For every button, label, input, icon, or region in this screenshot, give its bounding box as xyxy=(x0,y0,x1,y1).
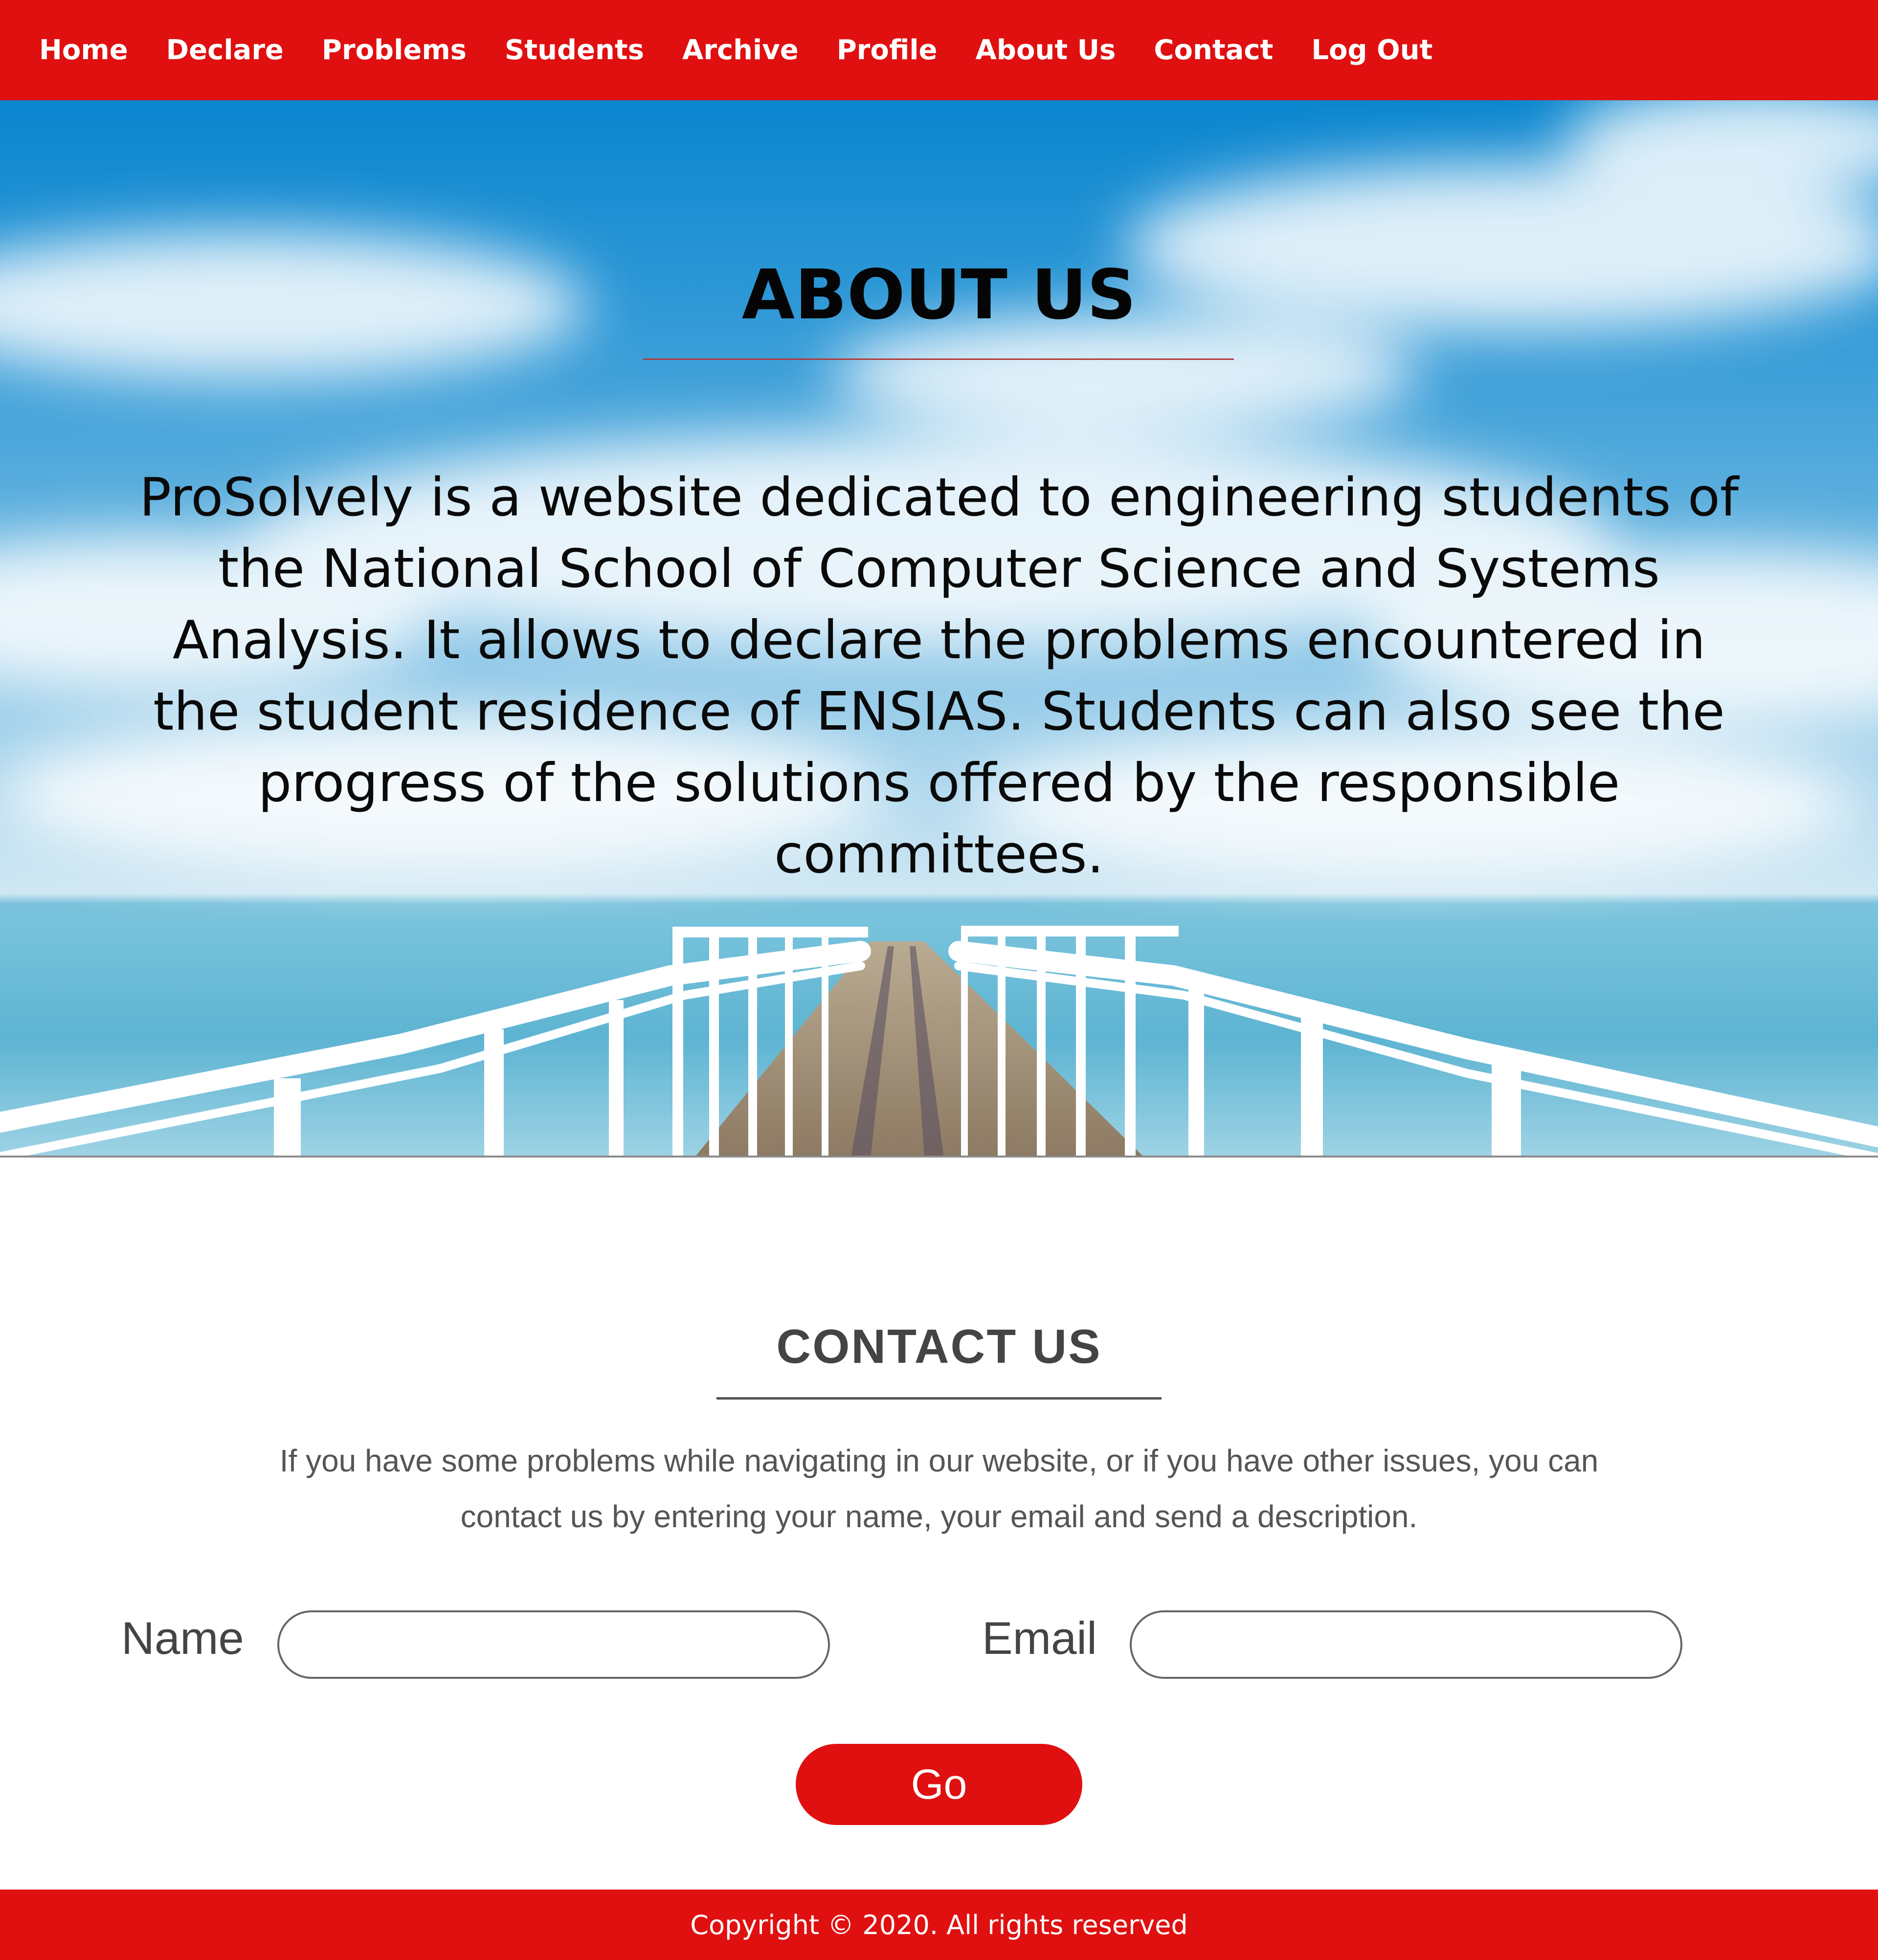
email-input[interactable] xyxy=(1130,1610,1682,1679)
name-input[interactable] xyxy=(277,1610,830,1679)
footer: Copyright © 2020. All rights reserved xyxy=(0,1890,1878,1960)
nav-home-link[interactable]: Home xyxy=(39,34,128,66)
nav-students-link[interactable]: Students xyxy=(505,34,644,66)
about-us-heading: ABOUT US xyxy=(741,255,1137,335)
top-navbar: Home Declare Problems Students Archive P… xyxy=(0,0,1878,100)
copyright-text: Copyright © 2020. All rights reserved xyxy=(690,1909,1188,1940)
nav-problems-link[interactable]: Problems xyxy=(322,34,467,66)
about-heading-divider xyxy=(643,358,1234,360)
about-us-description: ProSolvely is a website dedicated to eng… xyxy=(139,467,1739,885)
email-label: Email xyxy=(982,1612,1097,1664)
nav-archive-link[interactable]: Archive xyxy=(682,34,799,66)
about-hero-section: ABOUT US ProSolvely is a website dedicat… xyxy=(0,100,1878,1158)
nav-declare-link[interactable]: Declare xyxy=(166,34,284,66)
nav-log-out-link[interactable]: Log Out xyxy=(1311,34,1432,66)
nav-about-us-link[interactable]: About Us xyxy=(976,34,1116,66)
contact-heading-divider xyxy=(716,1397,1162,1400)
nav-contact-link[interactable]: Contact xyxy=(1154,34,1273,66)
nav-profile-link[interactable]: Profile xyxy=(837,34,938,66)
contact-us-heading: CONTACT US xyxy=(776,1319,1102,1373)
go-submit-button[interactable]: Go xyxy=(796,1744,1082,1825)
contact-description: If you have some problems while navigati… xyxy=(279,1443,1599,1534)
name-label: Name xyxy=(121,1612,244,1664)
